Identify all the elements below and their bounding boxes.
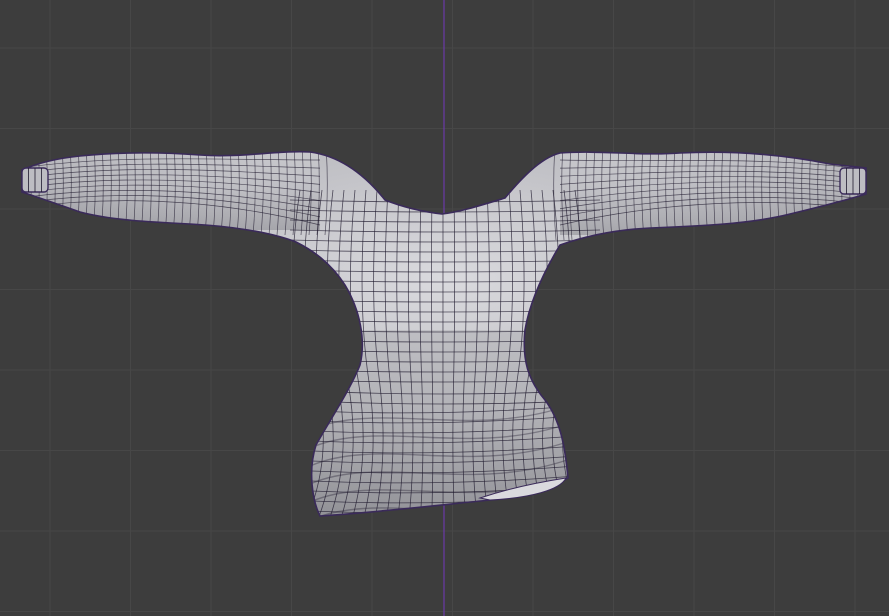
viewport-canvas[interactable] <box>0 0 889 616</box>
right-cuff <box>839 167 867 195</box>
left-cuff <box>21 167 49 193</box>
mesh-wireframe <box>22 151 866 517</box>
3d-viewport[interactable] <box>0 0 889 616</box>
sweater-mesh[interactable] <box>20 145 870 530</box>
left-sleeve-shading <box>22 151 320 230</box>
